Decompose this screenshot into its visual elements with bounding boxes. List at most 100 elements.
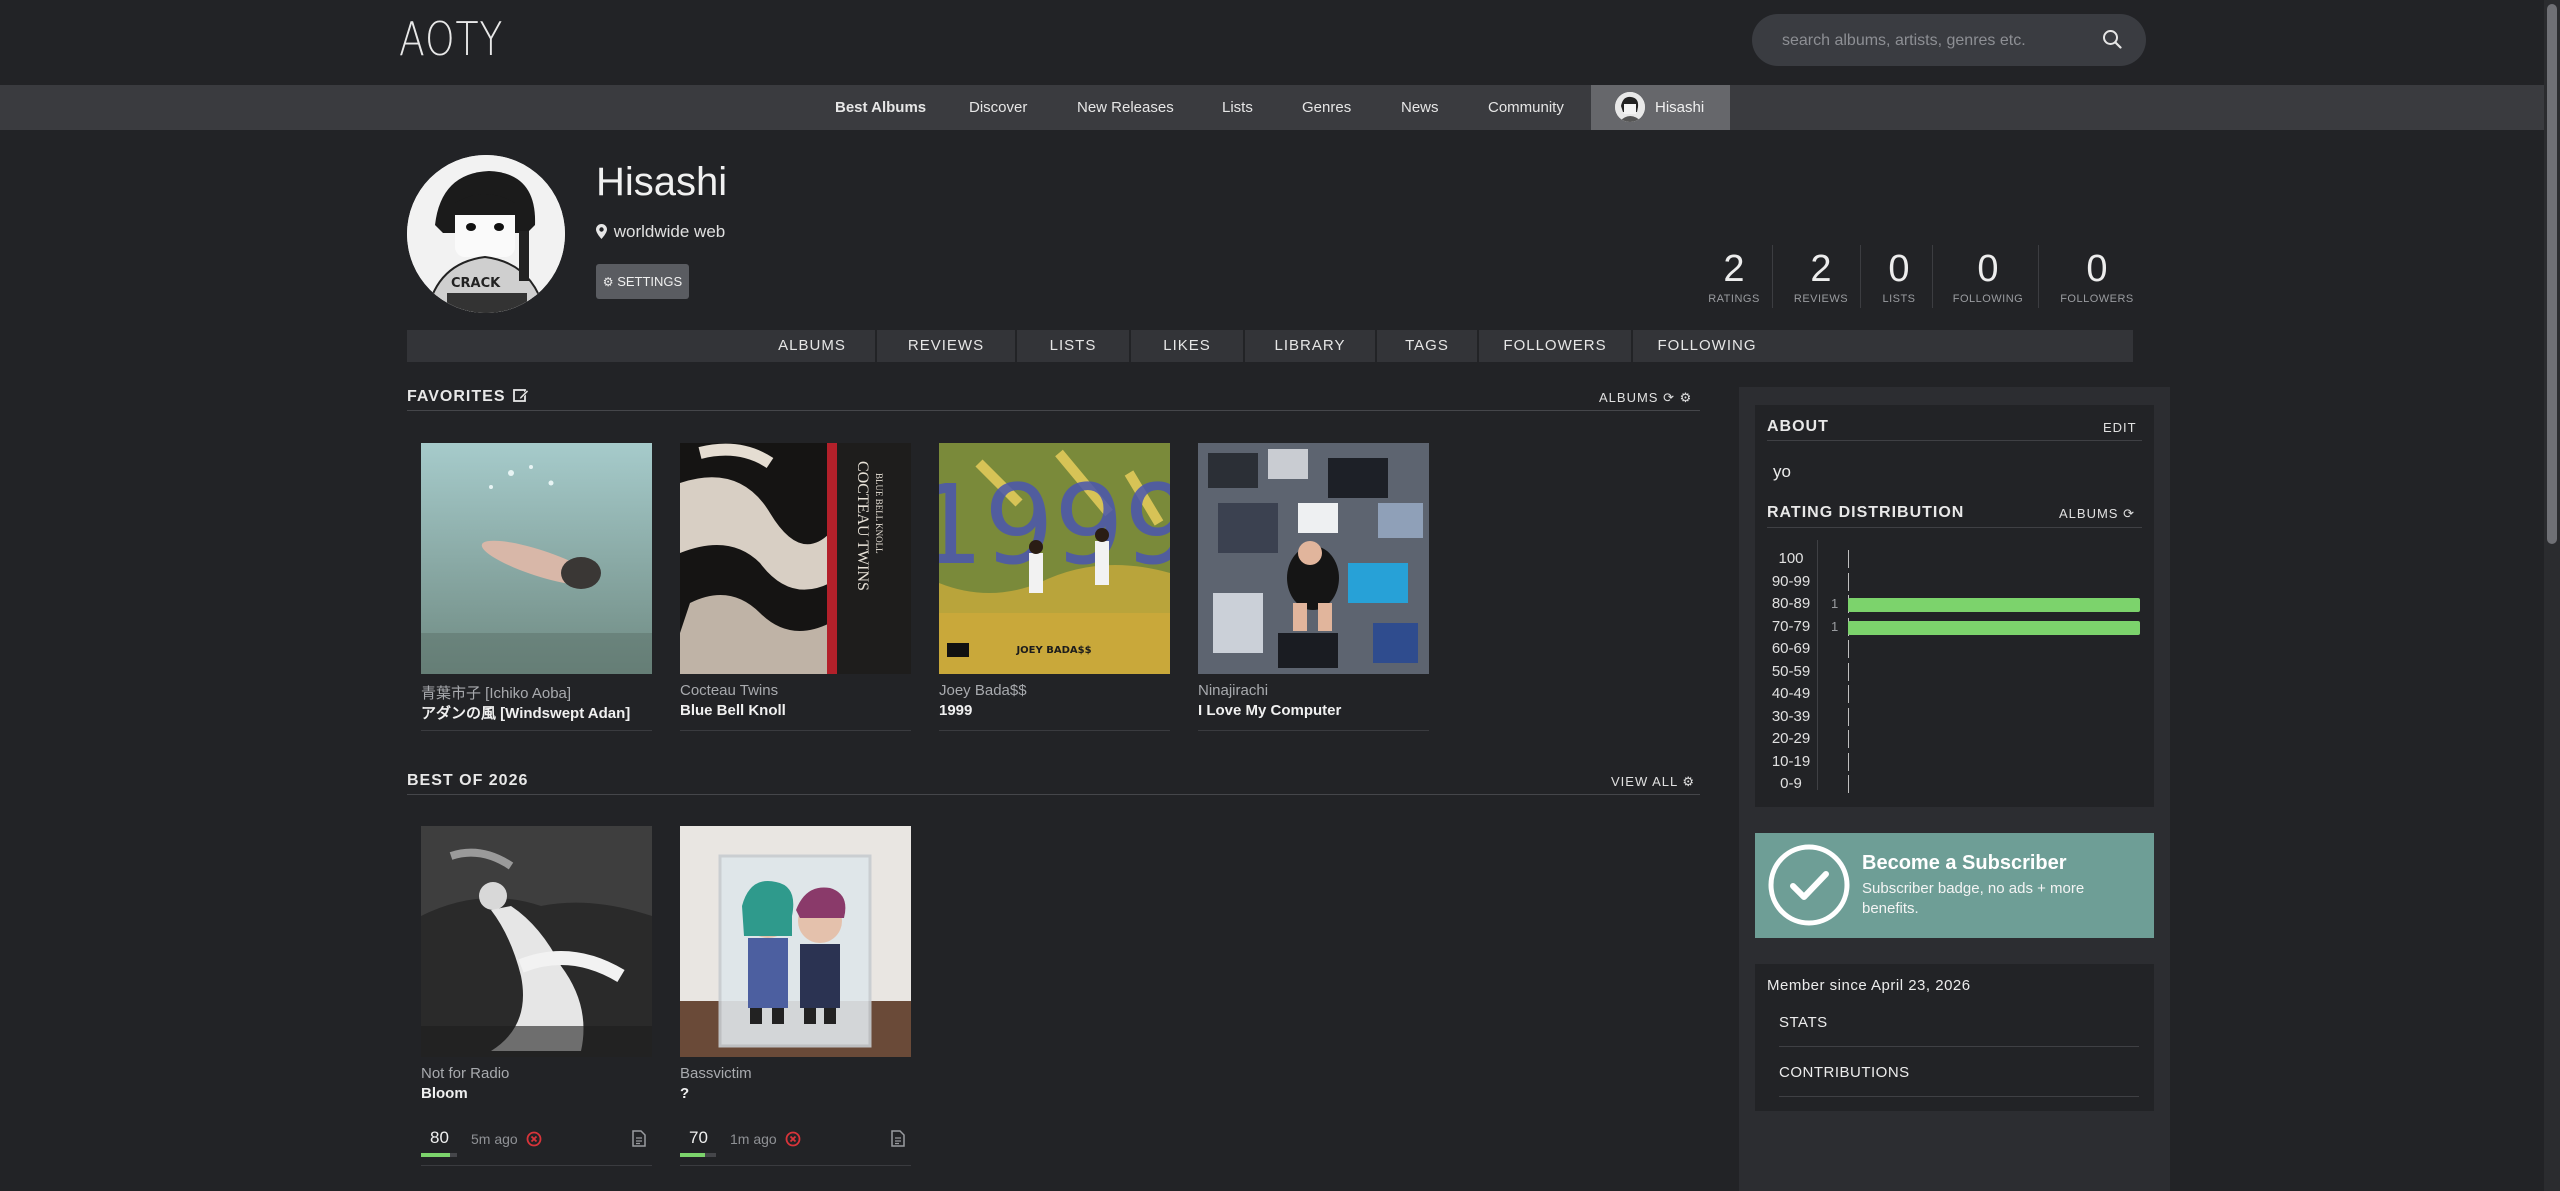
nav-lists[interactable]: Lists (1222, 85, 1253, 130)
settings-label: SETTINGS (617, 274, 683, 289)
album-cover-1999[interactable]: 1999 JOEY BADA$$ (939, 443, 1170, 674)
search-icon[interactable] (2102, 29, 2122, 49)
favorites-albums-toggle[interactable]: ALBUMS ⟳ ⚙ (1599, 390, 1692, 406)
subscribe-banner[interactable]: Become a Subscriber Subscriber badge, no… (1755, 833, 2154, 938)
check-circle-icon (1768, 844, 1850, 926)
stat-reviews[interactable]: 2 REVIEWS (1792, 245, 1850, 305)
distribution-bar (1848, 598, 2140, 612)
stat-divider (2038, 245, 2039, 308)
stat-followers[interactable]: 0 FOLLOWERS (2056, 245, 2138, 305)
member-divider (1779, 1096, 2139, 1097)
page-scrollbar[interactable] (2544, 0, 2560, 1191)
nav-best-albums[interactable]: Best Albums (835, 85, 926, 130)
stat-lists-value: 0 (1888, 248, 1910, 290)
album-artist[interactable]: Bassvictim (680, 1065, 752, 1082)
about-edit-link[interactable]: EDIT (2103, 420, 2137, 435)
distribution-row[interactable]: 70-79 1 (1755, 616, 2154, 638)
nav-genres[interactable]: Genres (1302, 85, 1351, 130)
stats-link[interactable]: STATS (1779, 1014, 1828, 1031)
nav-community[interactable]: Community (1488, 85, 1564, 130)
stat-following-value: 0 (1977, 248, 1999, 290)
nav-user-menu[interactable]: Hisashi (1591, 85, 1730, 130)
rating-bar-fill (421, 1153, 450, 1157)
album-artist[interactable]: 青葉市子 [Ichiko Aoba] (421, 682, 571, 703)
member-divider (1779, 1046, 2139, 1047)
distribution-label: 60-69 (1771, 640, 1811, 657)
distribution-row[interactable]: 100 (1755, 548, 2154, 570)
user-rating[interactable]: 70 (689, 1128, 708, 1148)
stat-lists[interactable]: 0 LISTS (1876, 245, 1922, 305)
nav-news[interactable]: News (1401, 85, 1439, 130)
album-artist[interactable]: Not for Radio (421, 1065, 509, 1082)
distribution-row[interactable]: 60-69 (1755, 638, 2154, 660)
favorites-title: FAVORITES (407, 388, 506, 405)
gear-icon[interactable]: ⚙ (1680, 391, 1693, 406)
tab-library[interactable]: LIBRARY (1245, 330, 1375, 362)
album-title[interactable]: Bloom (421, 1085, 468, 1102)
album-artist[interactable]: Joey Bada$$ (939, 682, 1027, 699)
scrollbar-thumb[interactable] (2547, 4, 2557, 544)
album-divider (680, 1165, 911, 1166)
stat-ratings-value: 2 (1723, 248, 1745, 290)
rating-time: 1m ago (730, 1131, 777, 1147)
distribution-label: 10-19 (1771, 752, 1811, 770)
distribution-row[interactable]: 20-29 (1755, 728, 2154, 750)
refresh-icon[interactable]: ⟳ (2123, 507, 2135, 522)
search-box[interactable] (1752, 14, 2146, 66)
contributions-link[interactable]: CONTRIBUTIONS (1779, 1064, 1910, 1081)
profile-tabs: ALBUMS REVIEWS LISTS LIKES LIBRARY TAGS … (407, 330, 2133, 362)
distribution-row[interactable]: 40-49 (1755, 683, 2154, 705)
album-title[interactable]: I Love My Computer (1198, 702, 1341, 719)
distribution-row[interactable]: 0-9 (1755, 773, 2154, 795)
tab-reviews[interactable]: REVIEWS (877, 330, 1015, 362)
distribution-row[interactable]: 10-19 (1755, 751, 2154, 773)
album-cover-i-love-my-computer[interactable] (1198, 443, 1429, 674)
tab-followers[interactable]: FOLLOWERS (1479, 330, 1631, 362)
distribution-row[interactable]: 30-39 (1755, 706, 2154, 728)
album-cover-bloom[interactable] (421, 826, 652, 1057)
profile-location: worldwide web (596, 222, 725, 242)
review-document-icon[interactable] (891, 1130, 905, 1147)
album-title[interactable]: ? (680, 1085, 689, 1102)
top-bar: AOTY (0, 0, 2544, 85)
album-cover-blue-bell-knoll[interactable]: COCTEAU TWINS BLUE BELL KNOLL (680, 443, 911, 674)
refresh-icon[interactable]: ⟳ (1663, 391, 1675, 406)
stat-reviews-label: REVIEWS (1793, 293, 1849, 305)
nav-discover[interactable]: Discover (969, 85, 1027, 130)
distribution-row[interactable]: 90-99 (1755, 571, 2154, 593)
rating-distribution-toggle[interactable]: ALBUMS ⟳ (2059, 506, 2135, 522)
remove-rating-icon[interactable] (526, 1131, 542, 1147)
edit-icon[interactable] (513, 388, 529, 403)
best-of-view-all[interactable]: VIEW ALL ⚙ (1611, 774, 1695, 790)
tab-lists[interactable]: LISTS (1017, 330, 1129, 362)
stat-following[interactable]: 0 FOLLOWING (1948, 245, 2028, 305)
distribution-label: 0-9 (1780, 775, 1802, 792)
gear-icon[interactable]: ⚙ (1682, 775, 1695, 790)
search-input[interactable] (1780, 26, 2084, 56)
album-title[interactable]: Blue Bell Knoll (680, 702, 786, 719)
album-title[interactable]: アダンの風 [Windswept Adan] (421, 702, 630, 723)
album-divider (680, 730, 911, 731)
album-cover-question[interactable] (680, 826, 911, 1057)
user-rating[interactable]: 80 (430, 1128, 449, 1148)
stat-ratings[interactable]: 2 RATINGS (1706, 245, 1762, 305)
tab-following[interactable]: FOLLOWING (1633, 330, 1781, 362)
review-document-icon[interactable] (632, 1130, 646, 1147)
distribution-tick (1848, 752, 1849, 771)
album-title[interactable]: 1999 (939, 702, 972, 719)
album-artist[interactable]: Ninajirachi (1198, 682, 1268, 699)
distribution-row[interactable]: 80-89 1 (1755, 593, 2154, 615)
subscribe-title: Become a Subscriber (1862, 852, 2067, 874)
tab-likes[interactable]: LIKES (1131, 330, 1243, 362)
distribution-row[interactable]: 50-59 (1755, 661, 2154, 683)
tab-albums[interactable]: ALBUMS (750, 330, 874, 362)
album-artist[interactable]: Cocteau Twins (680, 682, 778, 699)
main-nav: Best Albums Discover New Releases Lists … (0, 85, 2544, 130)
remove-rating-icon[interactable] (785, 1131, 801, 1147)
site-logo[interactable]: AOTY (399, 12, 503, 66)
album-cover-windswept-adan[interactable] (421, 443, 652, 674)
tab-tags[interactable]: TAGS (1377, 330, 1477, 362)
nav-new-releases[interactable]: New Releases (1077, 85, 1174, 130)
settings-button[interactable]: ⚙ SETTINGS (596, 264, 689, 299)
stat-divider (1860, 245, 1861, 308)
